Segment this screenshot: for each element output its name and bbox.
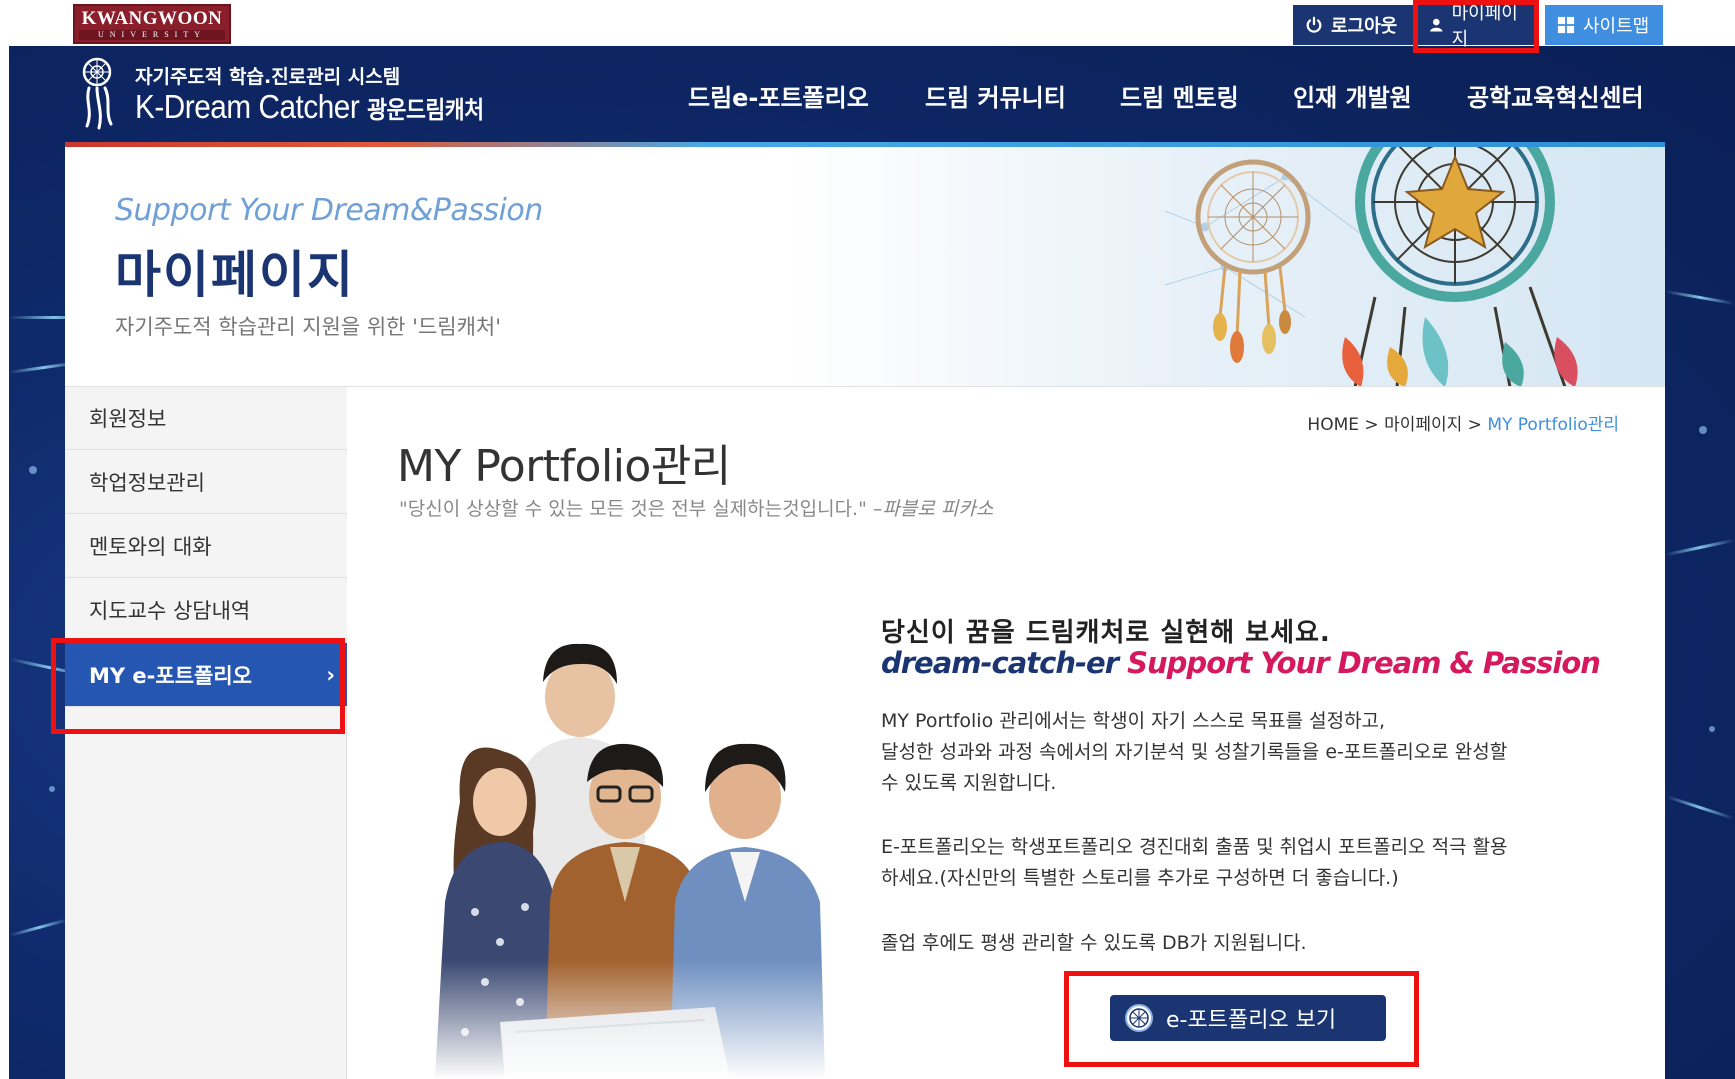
light-streak [9, 918, 69, 937]
highlight-view-eportfolio [1064, 971, 1419, 1067]
sidebar-item-label: 멘토와의 대화 [89, 535, 212, 559]
intro-line: 달성한 성과와 과정 속에서의 자기분석 및 성찰기록들을 e-포트폴리오로 완… [881, 741, 1508, 763]
brand-name-ko: 광운드림캐처 [367, 97, 484, 124]
site-header: 자기주도적 학습.진로관리 시스템 K-Dream Catcher 광운드림캐처… [65, 46, 1665, 142]
sidebar-item-mentor-chat[interactable]: 멘토와의 대화 [65, 515, 347, 578]
nav-dream-community[interactable]: 드림 커뮤니티 [925, 78, 1066, 113]
intro-paragraph: MY Portfolio 관리에서는 학생이 자기 스스로 목표를 설정하고, … [881, 706, 1621, 799]
light-streak [1665, 538, 1735, 557]
sidebar-item-label: 학업정보관리 [89, 471, 205, 495]
students-photo [405, 602, 875, 1079]
light-dot [1699, 426, 1707, 434]
logout-label: 로그아웃 [1331, 16, 1398, 37]
dreamcatcher-illustration [1165, 147, 1578, 386]
brand-name: K-Dream Catcher [135, 88, 360, 125]
breadcrumb-home[interactable]: HOME [1307, 415, 1359, 435]
nav-dream-mentoring[interactable]: 드림 멘토링 [1120, 78, 1239, 113]
light-dot [1709, 726, 1715, 732]
nav-dream-eportfolio[interactable]: 드림e-포트폴리오 [688, 78, 869, 113]
system-title: 자기주도적 학습.진로관리 시스템 [135, 66, 401, 88]
sidebar-item-label: 회원정보 [89, 407, 167, 431]
nav-talent-development[interactable]: 인재 개발원 [1293, 78, 1412, 113]
quote-author: –파블로 피카소 [872, 498, 994, 520]
hero-description: 자기주도적 학습관리 지원을 위한 '드림캐처' [115, 315, 502, 339]
hero-title: 마이페이지 [115, 246, 355, 304]
page-quote: "당신이 상상할 수 있는 모든 것은 전부 실제하는것입니다." –파블로 피… [399, 494, 993, 521]
breadcrumb-separator: > [1467, 415, 1482, 435]
sidebar-item-academic-info[interactable]: 학업정보관리 [65, 451, 347, 514]
usage-line: E-포트폴리오는 학생포트폴리오 경진대회 출품 및 취업시 포트폴리오 적극 … [881, 836, 1508, 858]
quote-text: "당신이 상상할 수 있는 모든 것은 전부 실제하는것입니다." [399, 498, 867, 520]
university-logo-name: KWANGWOON [81, 8, 223, 29]
brand-logo[interactable]: K-Dream Catcher 광운드림캐처 [135, 88, 484, 126]
hero-banner: Support Your Dream&Passion 마이페이지 자기주도적 학… [65, 147, 1665, 387]
hero-subtitle: Support Your Dream&Passion [115, 193, 543, 228]
sitemap-button[interactable]: 사이트맵 [1545, 5, 1663, 45]
main-panel: Support Your Dream&Passion 마이페이지 자기주도적 학… [65, 142, 1665, 1079]
light-dot [29, 466, 37, 474]
logout-button[interactable]: 로그아웃 [1293, 5, 1417, 45]
sitemap-label: 사이트맵 [1583, 16, 1650, 37]
dreamcatcher-icon[interactable] [75, 54, 121, 132]
slogan-tagline: Support Your Dream & Passion [1127, 646, 1601, 680]
sidebar-item-label: 지도교수 상담내역 [89, 599, 251, 623]
sidebar-item-advisor-counseling[interactable]: 지도교수 상담내역 [65, 579, 347, 642]
light-dot [49, 786, 55, 792]
page-title: MY Portfolio관리 [397, 441, 731, 492]
breadcrumb-separator: > [1364, 415, 1379, 435]
intro-line: MY Portfolio 관리에서는 학생이 자기 스스로 목표를 설정하고, [881, 710, 1386, 732]
usage-line: 하세요.(자신만의 특별한 스토리를 추가로 구성하면 더 좋습니다.) [881, 867, 1399, 889]
university-logo[interactable]: KWANGWOON UNIVERSITY [73, 4, 231, 44]
slogan-brand: dream-catch-er [881, 646, 1119, 680]
light-streak [1665, 289, 1735, 306]
breadcrumb: HOME > 마이페이지 > MY Portfolio관리 [1307, 410, 1619, 435]
sidebar-item-member-info[interactable]: 회원정보 [65, 387, 347, 450]
nav-engineering-education-center[interactable]: 공학교육혁신센터 [1467, 78, 1644, 113]
slogan: dream-catch-er Support Your Dream & Pass… [881, 646, 1601, 680]
intro-line: 수 있도록 지원합니다. [881, 772, 1057, 794]
light-streak [1666, 795, 1734, 820]
breadcrumb-current: MY Portfolio관리 [1487, 415, 1619, 435]
db-support-text: 졸업 후에도 평생 관리할 수 있도록 DB가 지원됩니다. [881, 932, 1307, 954]
usage-paragraph: E-포트폴리오는 학생포트폴리오 경진대회 출품 및 취업시 포트폴리오 적극 … [881, 832, 1621, 894]
highlight-sidebar-eportfolio [51, 638, 345, 734]
grid-icon [1557, 16, 1575, 34]
breadcrumb-mypage[interactable]: 마이페이지 [1384, 415, 1462, 435]
power-icon [1306, 16, 1322, 33]
lead-text: 당신이 꿈을 드림캐처로 실현해 보세요. [881, 618, 1331, 648]
university-logo-sub: UNIVERSITY [79, 30, 225, 40]
